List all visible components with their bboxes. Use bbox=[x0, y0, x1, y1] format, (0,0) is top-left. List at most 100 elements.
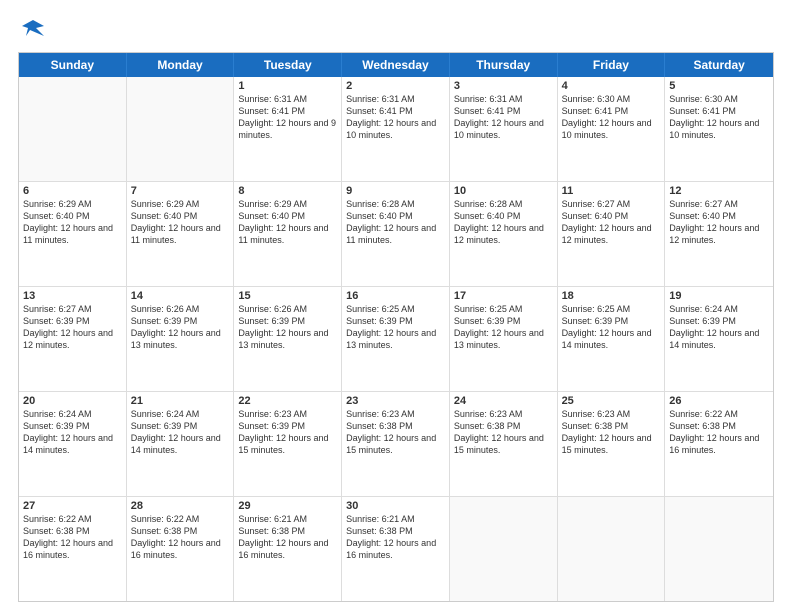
calendar-cell-empty bbox=[127, 77, 235, 181]
calendar-cell-day-30: 30Sunrise: 6:21 AM Sunset: 6:38 PM Dayli… bbox=[342, 497, 450, 601]
weekday-header-friday: Friday bbox=[558, 53, 666, 77]
day-number: 22 bbox=[238, 395, 337, 407]
day-number: 25 bbox=[562, 395, 661, 407]
calendar-cell-day-13: 13Sunrise: 6:27 AM Sunset: 6:39 PM Dayli… bbox=[19, 287, 127, 391]
calendar-cell-empty bbox=[558, 497, 666, 601]
day-info: Sunrise: 6:21 AM Sunset: 6:38 PM Dayligh… bbox=[346, 513, 445, 562]
calendar-cell-day-21: 21Sunrise: 6:24 AM Sunset: 6:39 PM Dayli… bbox=[127, 392, 235, 496]
day-info: Sunrise: 6:22 AM Sunset: 6:38 PM Dayligh… bbox=[23, 513, 122, 562]
calendar-cell-day-7: 7Sunrise: 6:29 AM Sunset: 6:40 PM Daylig… bbox=[127, 182, 235, 286]
calendar: SundayMondayTuesdayWednesdayThursdayFrid… bbox=[18, 52, 774, 602]
calendar-cell-day-3: 3Sunrise: 6:31 AM Sunset: 6:41 PM Daylig… bbox=[450, 77, 558, 181]
calendar-cell-empty bbox=[19, 77, 127, 181]
calendar-cell-day-15: 15Sunrise: 6:26 AM Sunset: 6:39 PM Dayli… bbox=[234, 287, 342, 391]
day-info: Sunrise: 6:28 AM Sunset: 6:40 PM Dayligh… bbox=[454, 198, 553, 247]
day-info: Sunrise: 6:23 AM Sunset: 6:38 PM Dayligh… bbox=[562, 408, 661, 457]
day-info: Sunrise: 6:30 AM Sunset: 6:41 PM Dayligh… bbox=[562, 93, 661, 142]
day-number: 16 bbox=[346, 290, 445, 302]
day-number: 24 bbox=[454, 395, 553, 407]
calendar-row-3: 13Sunrise: 6:27 AM Sunset: 6:39 PM Dayli… bbox=[19, 286, 773, 391]
day-info: Sunrise: 6:25 AM Sunset: 6:39 PM Dayligh… bbox=[562, 303, 661, 352]
weekday-header-wednesday: Wednesday bbox=[342, 53, 450, 77]
day-number: 26 bbox=[669, 395, 769, 407]
day-number: 17 bbox=[454, 290, 553, 302]
calendar-cell-day-20: 20Sunrise: 6:24 AM Sunset: 6:39 PM Dayli… bbox=[19, 392, 127, 496]
day-number: 7 bbox=[131, 185, 230, 197]
calendar-cell-empty bbox=[665, 497, 773, 601]
day-info: Sunrise: 6:25 AM Sunset: 6:39 PM Dayligh… bbox=[454, 303, 553, 352]
day-info: Sunrise: 6:30 AM Sunset: 6:41 PM Dayligh… bbox=[669, 93, 769, 142]
day-number: 2 bbox=[346, 80, 445, 92]
weekday-header-sunday: Sunday bbox=[19, 53, 127, 77]
calendar-cell-day-24: 24Sunrise: 6:23 AM Sunset: 6:38 PM Dayli… bbox=[450, 392, 558, 496]
calendar-cell-day-8: 8Sunrise: 6:29 AM Sunset: 6:40 PM Daylig… bbox=[234, 182, 342, 286]
day-number: 4 bbox=[562, 80, 661, 92]
day-number: 13 bbox=[23, 290, 122, 302]
day-info: Sunrise: 6:28 AM Sunset: 6:40 PM Dayligh… bbox=[346, 198, 445, 247]
day-number: 9 bbox=[346, 185, 445, 197]
calendar-cell-day-14: 14Sunrise: 6:26 AM Sunset: 6:39 PM Dayli… bbox=[127, 287, 235, 391]
calendar-cell-day-18: 18Sunrise: 6:25 AM Sunset: 6:39 PM Dayli… bbox=[558, 287, 666, 391]
calendar-cell-day-27: 27Sunrise: 6:22 AM Sunset: 6:38 PM Dayli… bbox=[19, 497, 127, 601]
day-info: Sunrise: 6:23 AM Sunset: 6:39 PM Dayligh… bbox=[238, 408, 337, 457]
logo-bird-icon bbox=[22, 18, 44, 40]
day-info: Sunrise: 6:27 AM Sunset: 6:40 PM Dayligh… bbox=[669, 198, 769, 247]
day-info: Sunrise: 6:25 AM Sunset: 6:39 PM Dayligh… bbox=[346, 303, 445, 352]
day-info: Sunrise: 6:31 AM Sunset: 6:41 PM Dayligh… bbox=[238, 93, 337, 142]
calendar-cell-day-25: 25Sunrise: 6:23 AM Sunset: 6:38 PM Dayli… bbox=[558, 392, 666, 496]
calendar-cell-day-16: 16Sunrise: 6:25 AM Sunset: 6:39 PM Dayli… bbox=[342, 287, 450, 391]
calendar-cell-day-5: 5Sunrise: 6:30 AM Sunset: 6:41 PM Daylig… bbox=[665, 77, 773, 181]
calendar-cell-day-6: 6Sunrise: 6:29 AM Sunset: 6:40 PM Daylig… bbox=[19, 182, 127, 286]
calendar-cell-day-23: 23Sunrise: 6:23 AM Sunset: 6:38 PM Dayli… bbox=[342, 392, 450, 496]
calendar-row-5: 27Sunrise: 6:22 AM Sunset: 6:38 PM Dayli… bbox=[19, 496, 773, 601]
day-info: Sunrise: 6:29 AM Sunset: 6:40 PM Dayligh… bbox=[131, 198, 230, 247]
day-number: 15 bbox=[238, 290, 337, 302]
day-info: Sunrise: 6:27 AM Sunset: 6:39 PM Dayligh… bbox=[23, 303, 122, 352]
day-number: 11 bbox=[562, 185, 661, 197]
weekday-header-monday: Monday bbox=[127, 53, 235, 77]
day-number: 30 bbox=[346, 500, 445, 512]
calendar-cell-day-12: 12Sunrise: 6:27 AM Sunset: 6:40 PM Dayli… bbox=[665, 182, 773, 286]
day-info: Sunrise: 6:29 AM Sunset: 6:40 PM Dayligh… bbox=[238, 198, 337, 247]
calendar-cell-day-9: 9Sunrise: 6:28 AM Sunset: 6:40 PM Daylig… bbox=[342, 182, 450, 286]
calendar-cell-day-26: 26Sunrise: 6:22 AM Sunset: 6:38 PM Dayli… bbox=[665, 392, 773, 496]
header bbox=[18, 18, 774, 42]
day-number: 12 bbox=[669, 185, 769, 197]
day-number: 14 bbox=[131, 290, 230, 302]
page: SundayMondayTuesdayWednesdayThursdayFrid… bbox=[0, 0, 792, 612]
day-number: 21 bbox=[131, 395, 230, 407]
calendar-cell-day-4: 4Sunrise: 6:30 AM Sunset: 6:41 PM Daylig… bbox=[558, 77, 666, 181]
day-number: 8 bbox=[238, 185, 337, 197]
day-number: 23 bbox=[346, 395, 445, 407]
weekday-header-tuesday: Tuesday bbox=[234, 53, 342, 77]
day-number: 6 bbox=[23, 185, 122, 197]
calendar-row-2: 6Sunrise: 6:29 AM Sunset: 6:40 PM Daylig… bbox=[19, 181, 773, 286]
day-info: Sunrise: 6:31 AM Sunset: 6:41 PM Dayligh… bbox=[454, 93, 553, 142]
day-info: Sunrise: 6:31 AM Sunset: 6:41 PM Dayligh… bbox=[346, 93, 445, 142]
calendar-body: 1Sunrise: 6:31 AM Sunset: 6:41 PM Daylig… bbox=[19, 77, 773, 601]
day-info: Sunrise: 6:27 AM Sunset: 6:40 PM Dayligh… bbox=[562, 198, 661, 247]
calendar-cell-day-29: 29Sunrise: 6:21 AM Sunset: 6:38 PM Dayli… bbox=[234, 497, 342, 601]
day-info: Sunrise: 6:26 AM Sunset: 6:39 PM Dayligh… bbox=[238, 303, 337, 352]
calendar-cell-day-10: 10Sunrise: 6:28 AM Sunset: 6:40 PM Dayli… bbox=[450, 182, 558, 286]
day-info: Sunrise: 6:26 AM Sunset: 6:39 PM Dayligh… bbox=[131, 303, 230, 352]
day-info: Sunrise: 6:22 AM Sunset: 6:38 PM Dayligh… bbox=[131, 513, 230, 562]
weekday-header-thursday: Thursday bbox=[450, 53, 558, 77]
day-info: Sunrise: 6:23 AM Sunset: 6:38 PM Dayligh… bbox=[454, 408, 553, 457]
day-number: 18 bbox=[562, 290, 661, 302]
day-number: 20 bbox=[23, 395, 122, 407]
calendar-cell-empty bbox=[450, 497, 558, 601]
day-info: Sunrise: 6:22 AM Sunset: 6:38 PM Dayligh… bbox=[669, 408, 769, 457]
day-number: 3 bbox=[454, 80, 553, 92]
day-info: Sunrise: 6:21 AM Sunset: 6:38 PM Dayligh… bbox=[238, 513, 337, 562]
day-number: 5 bbox=[669, 80, 769, 92]
day-info: Sunrise: 6:24 AM Sunset: 6:39 PM Dayligh… bbox=[669, 303, 769, 352]
calendar-row-1: 1Sunrise: 6:31 AM Sunset: 6:41 PM Daylig… bbox=[19, 77, 773, 181]
calendar-cell-day-11: 11Sunrise: 6:27 AM Sunset: 6:40 PM Dayli… bbox=[558, 182, 666, 286]
calendar-cell-day-22: 22Sunrise: 6:23 AM Sunset: 6:39 PM Dayli… bbox=[234, 392, 342, 496]
day-info: Sunrise: 6:29 AM Sunset: 6:40 PM Dayligh… bbox=[23, 198, 122, 247]
weekday-header-saturday: Saturday bbox=[665, 53, 773, 77]
day-number: 10 bbox=[454, 185, 553, 197]
day-number: 28 bbox=[131, 500, 230, 512]
day-info: Sunrise: 6:24 AM Sunset: 6:39 PM Dayligh… bbox=[131, 408, 230, 457]
